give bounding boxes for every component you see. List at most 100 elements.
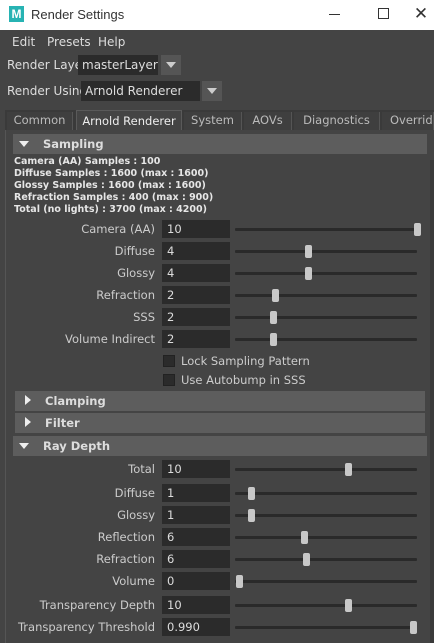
field-label: Diffuse bbox=[114, 486, 155, 500]
chevron-down-icon[interactable] bbox=[161, 55, 181, 75]
sss-samples-slider[interactable] bbox=[235, 311, 417, 324]
volume-depth-slider[interactable] bbox=[235, 575, 417, 588]
render-layer-select[interactable]: masterLayer bbox=[78, 55, 158, 75]
filter-title: Filter bbox=[45, 416, 80, 430]
field-label: Reflection bbox=[97, 530, 155, 544]
ray-depth-section-header[interactable]: Ray Depth bbox=[13, 436, 427, 456]
field-label: Camera (AA) bbox=[81, 222, 155, 236]
slider-handle[interactable] bbox=[414, 223, 421, 236]
ray-depth-title: Ray Depth bbox=[43, 439, 111, 453]
sampling-section-header[interactable]: Sampling bbox=[13, 134, 427, 154]
slider-handle[interactable] bbox=[344, 599, 352, 612]
glossy-depth-slider[interactable] bbox=[235, 509, 417, 522]
sampling-title: Sampling bbox=[43, 137, 104, 151]
lock-sampling-pattern-checkbox[interactable] bbox=[163, 355, 175, 367]
transparency-threshold-row: Transparency Threshold 0.990 bbox=[0, 617, 434, 637]
field-label: Diffuse bbox=[114, 244, 155, 258]
expand-triangle-icon bbox=[25, 417, 31, 427]
transparency-threshold-field[interactable]: 0.990 bbox=[162, 618, 230, 636]
slider-handle[interactable] bbox=[344, 463, 352, 476]
menu-help[interactable]: Help bbox=[98, 35, 125, 49]
volume-indirect-field[interactable]: 2 bbox=[162, 330, 230, 348]
maximize-icon[interactable] bbox=[372, 4, 394, 24]
render-using-select[interactable]: Arnold Renderer bbox=[81, 81, 200, 101]
slider-handle[interactable] bbox=[272, 289, 280, 302]
transparency-depth-slider[interactable] bbox=[235, 599, 417, 612]
tab-override[interactable]: Override bbox=[382, 112, 434, 130]
sss-samples-field[interactable]: 2 bbox=[162, 308, 230, 326]
lock-sampling-pattern-label: Lock Sampling Pattern bbox=[181, 354, 310, 368]
render-layer-label: Render Layer bbox=[7, 58, 87, 72]
tab-diagnostics[interactable]: Diagnostics bbox=[294, 112, 380, 130]
refraction-samples-slider[interactable] bbox=[235, 289, 417, 302]
field-label: Glossy bbox=[117, 266, 155, 280]
camera-aa-row: Camera (AA) 10 bbox=[0, 219, 434, 239]
menu-presets[interactable]: Presets bbox=[47, 35, 91, 49]
volume-depth-field[interactable]: 0 bbox=[162, 572, 230, 590]
title-bar: M Render Settings ✕ bbox=[0, 0, 434, 30]
slider-handle[interactable] bbox=[248, 509, 256, 522]
slider-handle[interactable] bbox=[302, 553, 310, 566]
refraction-depth-slider[interactable] bbox=[235, 553, 417, 566]
field-label: SSS bbox=[133, 310, 155, 324]
slider-handle[interactable] bbox=[235, 575, 243, 588]
refraction-depth-field[interactable]: 6 bbox=[162, 550, 230, 568]
slider-handle[interactable] bbox=[270, 333, 278, 346]
transparency-depth-field[interactable]: 10 bbox=[162, 596, 230, 614]
camera-aa-slider[interactable] bbox=[235, 223, 421, 236]
glossy-samples-field[interactable]: 4 bbox=[162, 264, 230, 282]
slider-handle[interactable] bbox=[301, 531, 309, 544]
filter-section-header[interactable]: Filter bbox=[15, 413, 425, 433]
expand-triangle-icon bbox=[25, 395, 31, 405]
total-depth-field[interactable]: 10 bbox=[162, 460, 230, 478]
glossy-samples-slider[interactable] bbox=[235, 267, 417, 280]
slider-handle[interactable] bbox=[410, 621, 418, 634]
glossy-depth-field[interactable]: 1 bbox=[162, 506, 230, 524]
field-label: Refraction bbox=[96, 552, 155, 566]
refraction-depth-row: Refraction 6 bbox=[0, 549, 434, 569]
diffuse-samples-slider[interactable] bbox=[235, 245, 417, 258]
maya-app-icon: M bbox=[9, 6, 24, 22]
reflection-depth-field[interactable]: 6 bbox=[162, 528, 230, 546]
close-icon[interactable]: ✕ bbox=[410, 4, 432, 24]
panel-scrollbar[interactable] bbox=[430, 160, 434, 643]
diffuse-samples-field[interactable]: 4 bbox=[162, 242, 230, 260]
tab-aovs[interactable]: AOVs bbox=[244, 112, 292, 130]
glossy-depth-row: Glossy 1 bbox=[0, 505, 434, 525]
tab-system[interactable]: System bbox=[184, 112, 242, 130]
clamping-title: Clamping bbox=[45, 394, 106, 408]
tab-arnold-renderer[interactable]: Arnold Renderer bbox=[76, 110, 182, 130]
diffuse-depth-field[interactable]: 1 bbox=[162, 484, 230, 502]
menu-edit[interactable]: Edit bbox=[12, 35, 35, 49]
diffuse-depth-slider[interactable] bbox=[235, 487, 417, 500]
reflection-depth-slider[interactable] bbox=[235, 531, 417, 544]
camera-aa-field[interactable]: 10 bbox=[162, 220, 230, 238]
slider-handle[interactable] bbox=[304, 267, 312, 280]
glossy-samples-row: Glossy 4 bbox=[0, 263, 434, 283]
collapse-triangle-icon bbox=[19, 443, 29, 449]
total-depth-slider[interactable] bbox=[235, 463, 417, 476]
menu-bar: Edit Presets Help bbox=[0, 30, 434, 54]
sss-samples-row: SSS 2 bbox=[0, 307, 434, 327]
field-label: Glossy bbox=[117, 508, 155, 522]
volume-indirect-slider[interactable] bbox=[235, 333, 417, 346]
sampling-info-line: Glossy Samples : 1600 (max : 1600) bbox=[14, 180, 206, 191]
sampling-info-line: Total (no lights) : 3700 (max : 4200) bbox=[14, 204, 207, 215]
use-autobump-sss-label: Use Autobump in SSS bbox=[181, 373, 306, 387]
slider-handle[interactable] bbox=[270, 311, 278, 324]
refraction-samples-field[interactable]: 2 bbox=[162, 286, 230, 304]
sampling-info-line: Diffuse Samples : 1600 (max : 1600) bbox=[14, 168, 209, 179]
sampling-info-line: Refraction Samples : 400 (max : 900) bbox=[14, 192, 214, 203]
clamping-section-header[interactable]: Clamping bbox=[15, 391, 425, 411]
use-autobump-sss-checkbox[interactable] bbox=[163, 374, 175, 386]
field-label: Volume bbox=[112, 574, 155, 588]
field-label: Transparency Threshold bbox=[17, 620, 155, 634]
slider-handle[interactable] bbox=[304, 245, 312, 258]
minimize-icon[interactable] bbox=[324, 4, 346, 24]
collapse-triangle-icon bbox=[19, 141, 29, 147]
chevron-down-icon[interactable] bbox=[202, 81, 222, 101]
transparency-threshold-slider[interactable] bbox=[235, 621, 418, 634]
render-using-label: Render Using bbox=[7, 84, 88, 98]
tab-common[interactable]: Common bbox=[7, 112, 73, 130]
slider-handle[interactable] bbox=[248, 487, 256, 500]
